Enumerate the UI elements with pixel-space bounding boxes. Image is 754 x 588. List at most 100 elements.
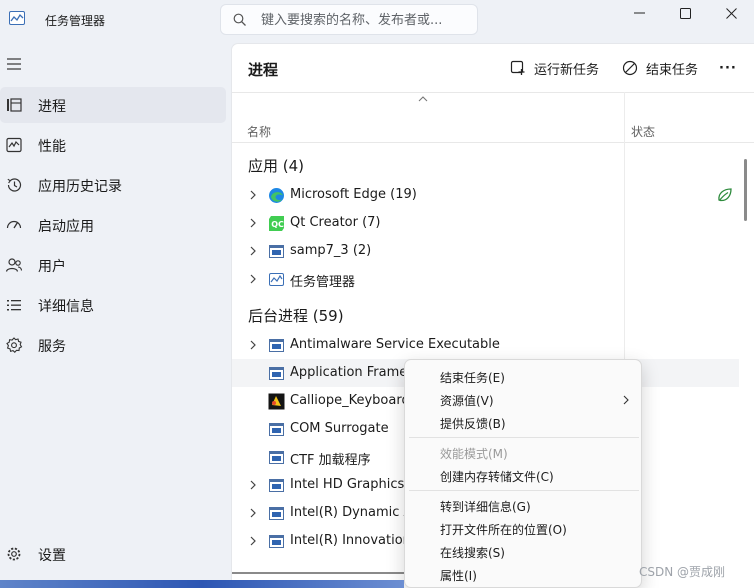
chevron-right-icon[interactable] xyxy=(249,190,257,200)
sidebar-item-services[interactable]: 服务 xyxy=(0,327,226,363)
table-row[interactable]: 任务管理器 xyxy=(232,265,739,293)
sidebar-item-processes[interactable]: 进程 xyxy=(0,87,226,123)
process-name: Qt Creator (7) xyxy=(290,215,381,230)
process-name: Application Frame H xyxy=(290,365,422,380)
search-box[interactable] xyxy=(220,4,478,35)
horizontal-scrollbar[interactable] xyxy=(232,572,412,574)
maximize-button[interactable] xyxy=(662,0,708,26)
run-new-task-label: 运行新任务 xyxy=(534,62,600,78)
menu-item-label: 在线搜索(S) xyxy=(440,546,505,560)
task-manager-app-icon xyxy=(9,11,25,25)
gear-icon xyxy=(7,547,21,561)
startup-icon xyxy=(6,220,22,229)
menu-item-end-task[interactable]: 结束任务(E) xyxy=(409,365,639,388)
sidebar-item-app-history[interactable]: 应用历史记录 xyxy=(0,167,226,203)
menu-divider xyxy=(409,437,639,438)
chevron-right-icon[interactable] xyxy=(249,340,257,350)
column-header-status[interactable]: 状态 xyxy=(631,123,655,140)
header-divider xyxy=(232,142,754,143)
maximize-icon xyxy=(679,7,691,19)
chevron-right-icon xyxy=(623,395,629,405)
sidebar-item-label: 进程 xyxy=(38,99,66,115)
sidebar-item-settings[interactable]: 设置 xyxy=(0,536,226,572)
chevron-right-icon[interactable] xyxy=(249,508,257,518)
sidebar-item-startup[interactable]: 启动应用 xyxy=(0,207,226,243)
process-name: Calliope_Keyboard xyxy=(290,393,410,408)
chevron-right-icon[interactable] xyxy=(249,536,257,546)
watermark: CSDN @贾成刚 xyxy=(639,565,726,579)
group-title-background: 后台进程 (59) xyxy=(248,307,344,325)
edge-icon xyxy=(269,188,284,203)
search-input[interactable] xyxy=(261,10,471,30)
process-name: Intel HD Graphics D xyxy=(290,477,419,492)
group-title-apps: 应用 (4) xyxy=(248,157,305,175)
chevron-right-icon[interactable] xyxy=(249,218,257,228)
menu-item-open-file-location[interactable]: 打开文件所在的位置(O) xyxy=(409,517,639,540)
menu-item-label: 效能模式(M) xyxy=(440,447,508,461)
context-menu: 结束任务(E) 资源值(V) 提供反馈(B) 效能模式(M) 创建内存转储文件(… xyxy=(404,359,642,588)
end-task-icon xyxy=(622,60,638,76)
menu-item-label: 打开文件所在的位置(O) xyxy=(440,523,567,537)
sidebar-item-label: 性能 xyxy=(38,139,66,155)
app-window-icon xyxy=(269,339,284,352)
sidebar-item-performance[interactable]: 性能 xyxy=(0,127,226,163)
hamburger-menu-icon[interactable] xyxy=(6,56,24,72)
efficiency-mode-leaf-icon xyxy=(718,188,732,202)
menu-item-feedback[interactable]: 提供反馈(B) xyxy=(409,411,639,434)
sidebar-item-details[interactable]: 详细信息 xyxy=(0,287,226,323)
more-options-button[interactable]: ··· xyxy=(719,56,737,80)
process-name: Intel(R) Innovation P xyxy=(290,533,423,548)
column-header-name[interactable]: 名称 xyxy=(247,123,271,140)
end-task-button[interactable]: 结束任务 xyxy=(622,56,698,80)
details-icon xyxy=(7,300,21,311)
table-row[interactable]: samp7_3 (2) xyxy=(232,237,739,265)
sidebar-item-label: 启动应用 xyxy=(38,219,94,235)
table-row[interactable]: Antimalware Service Executable xyxy=(232,331,739,359)
app-window-icon xyxy=(269,245,284,258)
window-title: 任务管理器 xyxy=(45,14,106,28)
sidebar-item-label: 用户 xyxy=(38,259,66,275)
menu-item-resource-values[interactable]: 资源值(V) xyxy=(409,388,639,411)
menu-item-label: 资源值(V) xyxy=(440,394,494,408)
menu-item-create-dump[interactable]: 创建内存转储文件(C) xyxy=(409,464,639,487)
app-window-icon xyxy=(269,535,284,548)
end-task-label: 结束任务 xyxy=(646,62,699,78)
processes-icon xyxy=(7,98,22,112)
run-new-task-icon xyxy=(510,60,525,75)
app-window-icon xyxy=(269,367,284,380)
sort-ascending-icon[interactable] xyxy=(418,95,428,102)
app-window-icon xyxy=(269,423,284,436)
menu-item-go-to-details[interactable]: 转到详细信息(G) xyxy=(409,494,639,517)
menu-item-label: 创建内存转储文件(C) xyxy=(440,470,554,484)
run-new-task-button[interactable]: 运行新任务 xyxy=(510,56,599,80)
app-window-icon xyxy=(269,479,284,492)
sidebar-item-label: 服务 xyxy=(38,339,66,355)
menu-item-label: 结束任务(E) xyxy=(440,371,505,385)
settings-label: 设置 xyxy=(38,548,66,564)
desktop-strip xyxy=(0,580,404,588)
process-name: samp7_3 (2) xyxy=(290,243,372,258)
sidebar-item-users[interactable]: 用户 xyxy=(0,247,226,283)
sidebar-item-label: 详细信息 xyxy=(38,299,94,315)
table-row[interactable]: Microsoft Edge (19) xyxy=(232,181,739,209)
page-title: 进程 xyxy=(248,61,279,79)
process-name: CTF 加载程序 xyxy=(290,453,371,468)
process-name: 任务管理器 xyxy=(290,275,356,290)
menu-item-label: 转到详细信息(G) xyxy=(440,500,531,514)
process-name: Intel(R) Dynamic Ap xyxy=(290,505,421,520)
minimize-icon xyxy=(633,12,645,14)
table-row[interactable]: QC Qt Creator (7) xyxy=(232,209,739,237)
menu-divider xyxy=(409,490,639,491)
minimize-button[interactable] xyxy=(616,0,662,26)
menu-item-search-online[interactable]: 在线搜索(S) xyxy=(409,540,639,563)
chevron-right-icon[interactable] xyxy=(249,274,257,284)
close-button[interactable] xyxy=(708,0,754,26)
performance-icon xyxy=(6,137,22,153)
chevron-right-icon[interactable] xyxy=(249,246,257,256)
menu-item-label: 提供反馈(B) xyxy=(440,417,506,431)
process-name: Antimalware Service Executable xyxy=(290,337,500,352)
chevron-right-icon[interactable] xyxy=(249,480,257,490)
menu-item-properties[interactable]: 属性(I) xyxy=(409,563,639,586)
app-window-icon xyxy=(269,451,284,464)
vertical-scrollbar[interactable] xyxy=(744,159,747,221)
